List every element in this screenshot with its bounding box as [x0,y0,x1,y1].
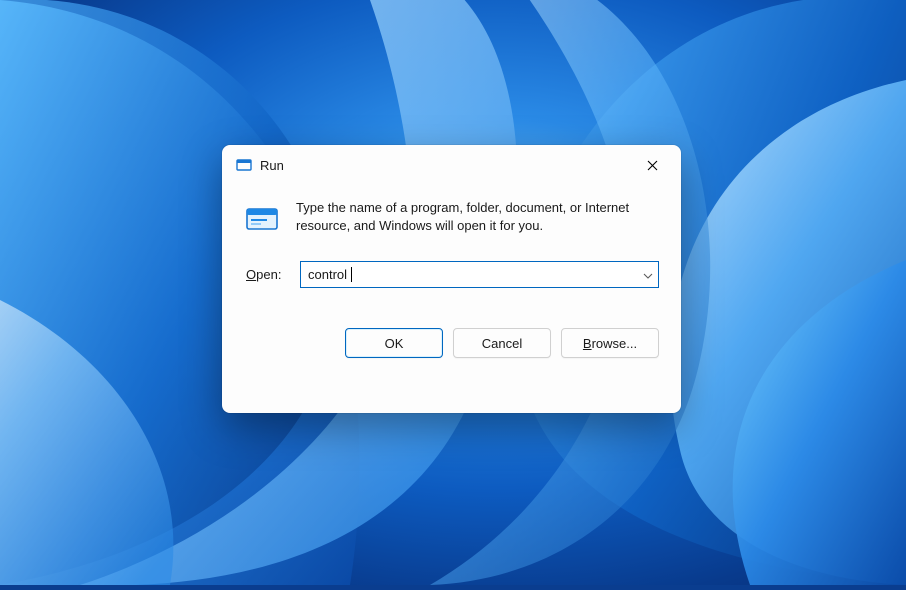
open-combobox[interactable] [300,261,659,288]
cancel-button[interactable]: Cancel [453,328,551,358]
close-button[interactable] [629,149,675,181]
dialog-content: Type the name of a program, folder, docu… [222,185,681,247]
run-dialog: Run Type the name of a program, folder, … [222,145,681,413]
open-label: Open: [246,267,288,282]
open-input[interactable] [300,261,659,288]
run-icon [236,157,252,173]
open-input-row: Open: [222,255,681,294]
title-bar: Run [222,145,681,185]
text-caret [351,267,352,282]
ok-button[interactable]: OK [345,328,443,358]
dialog-description: Type the name of a program, folder, docu… [296,199,659,237]
dialog-title: Run [260,158,629,173]
browse-button[interactable]: Browse... [561,328,659,358]
dialog-button-row: OK Cancel Browse... [222,328,681,358]
close-icon [647,160,658,171]
run-icon-large [244,201,280,237]
